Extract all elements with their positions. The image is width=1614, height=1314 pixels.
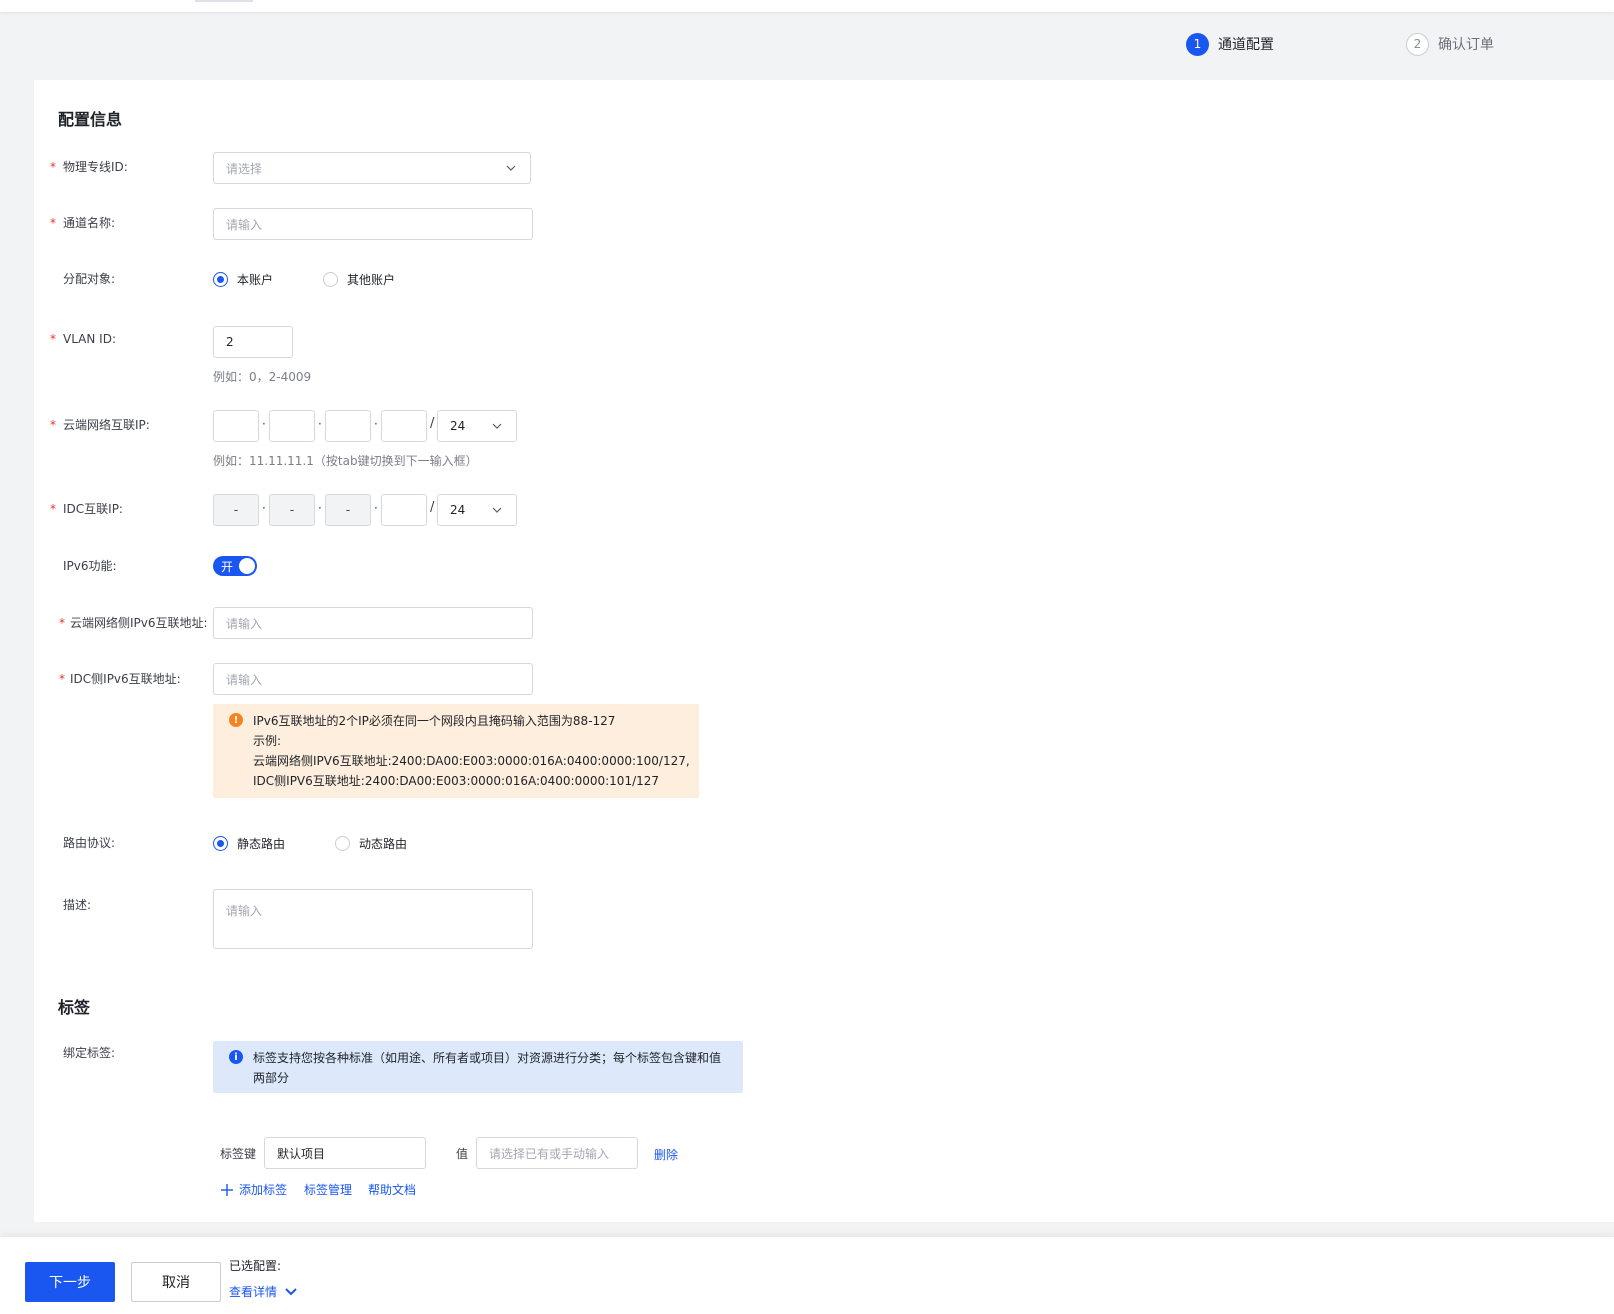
tag-value-input[interactable]: 请选择已有或手动输入 xyxy=(476,1137,638,1169)
toggle-knob xyxy=(239,558,255,574)
cancel-button[interactable]: 取消 xyxy=(131,1262,221,1302)
tab-stub xyxy=(195,0,253,2)
top-bar xyxy=(0,0,1614,12)
radio-dot xyxy=(213,272,228,287)
step-number: 2 xyxy=(1406,32,1429,56)
idc-ipv6-input[interactable]: 请输入 xyxy=(213,663,533,695)
step-label: 通道配置 xyxy=(1218,37,1274,53)
radio-static-routing[interactable]: 静态路由 xyxy=(213,835,285,852)
cloud-ip-octet-3[interactable] xyxy=(325,410,371,442)
config-section-title: 配置信息 xyxy=(58,110,123,129)
cloud-ip-octet-4[interactable] xyxy=(381,410,427,442)
idc-ip-octet-1: - xyxy=(213,494,259,526)
idc-ip-mask-select[interactable]: 24 xyxy=(437,494,517,526)
add-tag-link[interactable]: 添加标签 xyxy=(221,1181,287,1198)
radio-dynamic-routing[interactable]: 动态路由 xyxy=(335,835,407,852)
mask-slash: / xyxy=(430,416,435,431)
radio-dot xyxy=(213,836,228,851)
idc-ip-octet-4[interactable] xyxy=(381,494,427,526)
help-doc-link[interactable]: 帮助文档 xyxy=(368,1181,416,1198)
radio-other-account[interactable]: 其他账户 xyxy=(323,271,395,288)
channel-name-input[interactable]: 请输入 xyxy=(213,208,533,240)
tag-manage-link[interactable]: 标签管理 xyxy=(304,1181,352,1198)
step-confirm-order: 2 确认订单 xyxy=(1406,32,1494,56)
routing-label: 路由协议: xyxy=(63,836,116,850)
selected-config-label: 已选配置: xyxy=(229,1259,282,1273)
warning-icon: ! xyxy=(229,713,243,727)
idc-ip-octet-3: - xyxy=(325,494,371,526)
ipv6-toggle[interactable]: 开 xyxy=(213,556,257,576)
delete-tag-link[interactable]: 删除 xyxy=(654,1146,678,1163)
chevron-down-icon xyxy=(506,165,516,171)
notice-line: IDC侧IPV6互联地址:2400:DA00:E003:0000:016A:04… xyxy=(253,774,660,788)
notice-line: 云端网络侧IPV6互联地址:2400:DA00:E003:0000:016A:0… xyxy=(253,754,690,768)
physical-line-select[interactable]: 请选择 xyxy=(213,152,531,184)
ip-dot-separator: · xyxy=(262,501,266,515)
assign-target-label: 分配对象: xyxy=(63,272,116,286)
cloud-ip-label: * 云端网络互联IP: xyxy=(50,418,150,432)
toggle-text: 开 xyxy=(221,560,234,574)
cloud-ip-mask-select[interactable]: 24 xyxy=(437,410,517,442)
step-label: 确认订单 xyxy=(1438,37,1494,53)
chevron-down-icon xyxy=(492,423,502,429)
notice-line: 示例: xyxy=(253,734,282,748)
step-indicator: 1 通道配置 2 确认订单 xyxy=(0,32,1614,56)
ip-dot-separator: · xyxy=(374,501,378,515)
physical-line-label: * 物理专线ID: xyxy=(50,160,128,174)
vlan-hint: 例如：0，2-4009 xyxy=(213,370,312,384)
chevron-down-icon xyxy=(285,1287,297,1295)
description-label: 描述: xyxy=(63,898,92,912)
plus-icon xyxy=(221,1183,233,1196)
footer-bar: 下一步 取消 已选配置: 查看详情 xyxy=(0,1237,1614,1314)
ip-dot-separator: · xyxy=(374,417,378,431)
ipv6-label: IPv6功能: xyxy=(63,559,117,573)
ip-dot-separator: · xyxy=(262,417,266,431)
idc-ip-label: * IDC互联IP: xyxy=(50,502,123,516)
cloud-ip-hint: 例如：11.11.11.1（按tab键切换到下一输入框） xyxy=(213,454,478,468)
radio-dot xyxy=(335,836,350,851)
description-textarea[interactable]: 请输入 xyxy=(213,889,533,949)
cloud-ipv6-label: * 云端网络侧IPv6互联地址: xyxy=(59,616,208,630)
tags-info-alert: i 标签支持您按各种标准（如用途、所有者或项目）对资源进行分类；每个标签包含键和… xyxy=(213,1041,743,1093)
cloud-ip-octet-1[interactable] xyxy=(213,410,259,442)
tags-section-title: 标签 xyxy=(58,998,91,1017)
mask-slash: / xyxy=(430,500,435,515)
step-channel-config: 1 通道配置 xyxy=(1186,32,1274,56)
next-step-button[interactable]: 下一步 xyxy=(25,1262,115,1302)
channel-name-label: * 通道名称: xyxy=(50,216,116,230)
step-number: 1 xyxy=(1186,32,1209,56)
radio-own-account[interactable]: 本账户 xyxy=(213,271,273,288)
tag-value-label: 值 xyxy=(456,1147,469,1161)
info-icon: i xyxy=(229,1050,243,1064)
ipv6-warning-alert: ! IPv6互联地址的2个IP必须在同一个网段内且掩码输入范围为88-127 示… xyxy=(213,704,699,798)
idc-ip-octet-2: - xyxy=(269,494,315,526)
info-line: 标签支持您按各种标准（如用途、所有者或项目）对资源进行分类；每个标签包含键和值 xyxy=(253,1051,722,1065)
info-line: 两部分 xyxy=(253,1071,290,1085)
chevron-down-icon xyxy=(492,507,502,513)
idc-ipv6-label: * IDC侧IPv6互联地址: xyxy=(59,672,181,686)
vlan-input[interactable]: 2 xyxy=(213,326,293,358)
cloud-ip-octet-2[interactable] xyxy=(269,410,315,442)
bind-tags-label: 绑定标签: xyxy=(63,1046,116,1060)
tag-key-input[interactable]: 默认项目 xyxy=(264,1137,426,1169)
vlan-label: * VLAN ID: xyxy=(50,332,116,346)
ip-dot-separator: · xyxy=(318,501,322,515)
ip-dot-separator: · xyxy=(318,417,322,431)
cloud-ipv6-input[interactable]: 请输入 xyxy=(213,607,533,639)
tag-key-label: 标签键 xyxy=(220,1147,257,1161)
radio-dot xyxy=(323,272,338,287)
view-details-link[interactable]: 查看详情 xyxy=(229,1283,297,1300)
notice-line: IPv6互联地址的2个IP必须在同一个网段内且掩码输入范围为88-127 xyxy=(253,714,616,728)
